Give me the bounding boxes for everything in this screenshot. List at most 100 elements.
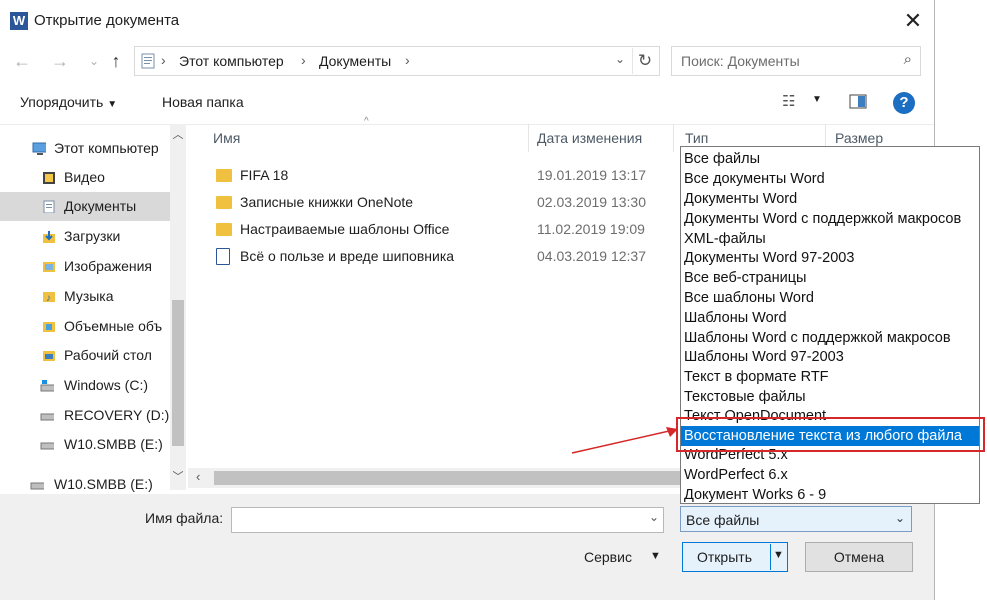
nav-item-drive-d[interactable]: RECOVERY (D:) [0, 401, 170, 430]
filetype-option[interactable]: Шаблоны Word 97-2003 [681, 347, 979, 367]
navigation-pane: Этот компьютер Видео Документы Загрузки … [0, 124, 188, 494]
nav-item-label: Этот компьютер [54, 140, 159, 156]
search-input[interactable]: Поиск: Документы ⌕ [671, 46, 921, 76]
downloads-folder-icon [43, 231, 55, 243]
close-icon[interactable]: ✕ [898, 8, 928, 34]
file-date: 02.03.2019 13:30 [537, 194, 646, 210]
nav-item-label: Документы [64, 198, 137, 214]
nav-item-3d-objects[interactable]: Объемные объ [0, 312, 170, 341]
nav-item-drive-e[interactable]: W10.SMBB (E:) [0, 430, 170, 459]
view-caret-down-icon[interactable]: ▼ [812, 94, 822, 105]
filetype-option[interactable]: Документы Word 97-2003 [681, 248, 979, 268]
new-folder-button[interactable]: Новая папка [162, 94, 244, 110]
nav-item-label: Музыка [64, 288, 114, 304]
column-header-type[interactable]: Тип [685, 130, 708, 146]
filetype-option[interactable]: Все веб-страницы [681, 268, 979, 288]
preview-pane-icon[interactable] [849, 94, 867, 110]
filetype-option[interactable]: Все документы Word [681, 169, 979, 189]
filetype-option[interactable]: Все шаблоны Word [681, 288, 979, 308]
drive-icon [40, 442, 54, 450]
back-arrow-icon[interactable]: ← [10, 48, 34, 74]
nav-item-downloads[interactable]: Загрузки [0, 222, 170, 251]
nav-item-pictures[interactable]: Изображения [0, 252, 170, 281]
file-list-hscrollbar[interactable]: ‹ [188, 468, 680, 488]
file-name: Всё о пользе и вреде шиповника [240, 248, 455, 264]
file-row[interactable]: Всё о пользе и вреде шиповника 04.03.201… [212, 244, 672, 270]
file-date: 19.01.2019 13:17 [537, 167, 646, 183]
nav-item-label: Рабочий стол [64, 347, 152, 363]
help-icon[interactable]: ? [893, 92, 915, 114]
nav-scrollbar[interactable]: ︿ ﹀ [170, 124, 186, 490]
scroll-left-icon[interactable]: ‹ [196, 469, 200, 484]
organize-button[interactable]: Упорядочить ▼ [20, 94, 117, 110]
file-row[interactable]: Настраиваемые шаблоны Office 11.02.2019 … [212, 217, 672, 243]
breadcrumb-chevron-icon: › [161, 52, 166, 68]
computer-icon [32, 142, 46, 155]
scroll-down-icon[interactable]: ﹀ [170, 468, 186, 484]
filetype-option[interactable]: Текстовые файлы [681, 387, 979, 407]
nav-item-documents[interactable]: Документы [0, 192, 170, 221]
file-row[interactable]: FIFA 18 19.01.2019 13:17 [212, 163, 672, 189]
up-arrow-icon[interactable]: ↑ [104, 48, 128, 74]
filename-label: Имя файла: [145, 510, 224, 526]
forward-arrow-icon[interactable]: → [48, 48, 72, 74]
address-bar[interactable]: › Этот компьютер › Документы › ⌄ [134, 46, 660, 76]
windows-drive-icon [40, 380, 54, 392]
drive-icon [40, 413, 54, 421]
filetype-option[interactable]: Все файлы [681, 149, 979, 169]
filetype-option[interactable]: Текст в формате RTF [681, 367, 979, 387]
breadcrumb-this-pc[interactable]: Этот компьютер [179, 53, 284, 69]
file-name: Записные книжки OneNote [240, 194, 414, 210]
nav-item-desktop[interactable]: Рабочий стол [0, 341, 170, 370]
file-date: 04.03.2019 12:37 [537, 248, 646, 264]
column-header-name[interactable]: Имя [213, 130, 240, 146]
nav-item-video[interactable]: Видео [0, 163, 170, 192]
filename-dropdown-chevron-icon[interactable]: ⌄ [649, 510, 659, 524]
open-button-label: Открыть [697, 549, 752, 565]
window-title: Открытие документа [34, 12, 180, 29]
address-history-chevron-down-icon[interactable]: ⌄ [615, 52, 625, 66]
filetype-select[interactable]: Все файлы ⌄ [680, 506, 912, 532]
filetype-option[interactable]: WordPerfect 5.x [681, 445, 979, 465]
service-caret-down-icon[interactable]: ▼ [650, 550, 661, 562]
filetype-option[interactable]: Восстановление текста из любого файла [681, 426, 979, 446]
video-folder-icon [43, 172, 55, 184]
column-divider [673, 124, 674, 152]
scroll-up-icon[interactable]: ︿ [170, 126, 186, 142]
breadcrumb-documents[interactable]: Документы [319, 53, 391, 69]
nav-item-label: W10.SMBB (E:) [64, 436, 163, 452]
nav-item-drive-c[interactable]: Windows (C:) [0, 371, 170, 400]
service-menu-button[interactable]: Сервис [584, 549, 632, 565]
column-divider [528, 124, 529, 152]
nav-item-music[interactable]: ♪ Музыка [0, 282, 170, 311]
breadcrumb-chevron-icon: › [301, 52, 306, 68]
scrollbar-thumb[interactable] [172, 300, 184, 446]
folder-icon [216, 223, 232, 236]
filetype-option[interactable]: Текст OpenDocument [681, 406, 979, 426]
open-button[interactable]: Открыть ▼ [682, 542, 788, 572]
filetype-option[interactable]: Документ Works 6 - 9 [681, 485, 979, 503]
command-toolbar: Упорядочить ▼ Новая папка ☷ ▼ [0, 82, 934, 125]
nav-item-this-pc[interactable]: Этот компьютер [0, 134, 170, 163]
filetype-option[interactable]: Документы Word [681, 189, 979, 209]
column-header-size[interactable]: Размер [835, 130, 883, 146]
filetype-option[interactable]: Документы Word с поддержкой макросов [681, 209, 979, 229]
view-options-icon[interactable]: ☷ [782, 92, 795, 110]
filetype-option[interactable]: WordPerfect 6.x [681, 465, 979, 485]
filetype-option[interactable]: XML-файлы [681, 229, 979, 249]
word-document-icon [216, 248, 230, 265]
cancel-button[interactable]: Отмена [805, 542, 913, 572]
column-header-date[interactable]: Дата изменения [537, 130, 642, 146]
scrollbar-thumb[interactable] [214, 471, 680, 485]
sort-indicator-icon: ^ [364, 116, 369, 127]
filename-input[interactable]: ⌄ [231, 507, 664, 533]
refresh-icon[interactable]: ↻ [632, 48, 657, 74]
recent-chevron-down-icon[interactable]: ⌄ [82, 48, 106, 74]
filetype-option[interactable]: Шаблоны Word с поддержкой макросов [681, 328, 979, 348]
annotation-arrow [571, 427, 679, 454]
filetype-option[interactable]: Шаблоны Word [681, 308, 979, 328]
open-options-caret-down-icon[interactable]: ▼ [773, 549, 784, 561]
file-row[interactable]: Записные книжки OneNote 02.03.2019 13:30 [212, 190, 672, 216]
filetype-selected-value: Все файлы [686, 512, 760, 528]
title-bar: W Открытие документа ✕ [0, 0, 934, 42]
